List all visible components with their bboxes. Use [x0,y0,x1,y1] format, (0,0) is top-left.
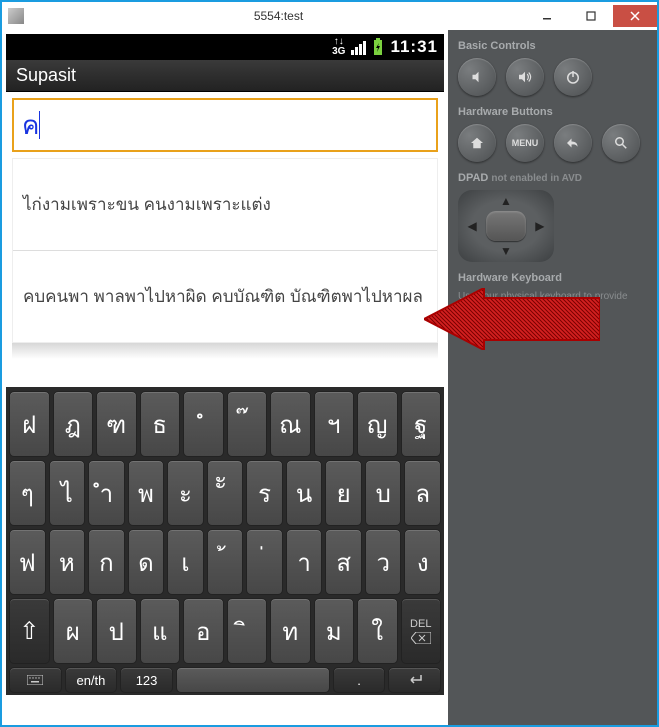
kb-row-2: ๆ ไ ำ พ ะ ัั ร น ย บ ล [9,460,441,526]
window-maximize-button[interactable] [569,5,613,27]
key[interactable]: ะ [167,460,204,526]
key[interactable]: ฟ [9,529,46,595]
shift-key[interactable]: ⇧ [9,598,50,664]
enter-key[interactable] [388,667,441,693]
window-app-icon [8,8,24,24]
list-item[interactable]: คบคนพา พาลพาไปหาผิด คบบัณฑิต บัณฑิตพาไปห… [13,251,437,342]
key[interactable]: ร [246,460,283,526]
key[interactable]: ๆ [9,460,46,526]
key[interactable]: น [286,460,323,526]
emulator-side-panel: Basic Controls Hardware Buttons MENU DPA… [448,30,657,725]
kb-row-1: ฝ ฎ ฑ ธ ํ ๊ ณ ฯ ญ ฐ [9,391,441,457]
key[interactable]: พ [128,460,165,526]
key[interactable]: ล [404,460,441,526]
key[interactable]: แ [140,598,181,664]
key[interactable]: ำ [88,460,125,526]
key[interactable]: ฯ [314,391,355,457]
key[interactable]: ไ [49,460,86,526]
power-button[interactable] [554,58,592,96]
key[interactable]: ท [270,598,311,664]
status-clock: 11:31 [390,37,438,57]
key[interactable]: ง [404,529,441,595]
space-key[interactable] [176,667,330,693]
key[interactable]: ด [128,529,165,595]
gap [6,359,444,387]
hardware-buttons-label: Hardware Buttons [458,106,647,118]
key[interactable]: ฝ [9,391,50,457]
window-titlebar: 5554:test [2,2,657,30]
list-item[interactable]: ไก่งามเพราะขน คนงามเพราะแต่ง [13,159,437,251]
key[interactable]: บ [365,460,402,526]
key[interactable]: ๊ [227,391,268,457]
key[interactable]: ผ [53,598,94,664]
key[interactable]: ณ [270,391,311,457]
dpad-control: ▲ ◀ ▶ ▼ [458,190,554,262]
app-title: Supasit [6,60,444,92]
key[interactable]: ว [365,529,402,595]
key[interactable]: ส [325,529,362,595]
key[interactable]: อ [183,598,224,664]
key[interactable]: เ [167,529,204,595]
key[interactable]: ธ [140,391,181,457]
menu-button[interactable]: MENU [506,124,544,162]
key[interactable]: ้ [207,529,244,595]
key[interactable]: ่ [246,529,283,595]
dpad-left[interactable]: ◀ [458,211,486,241]
network-3g-icon: ↑↓3G [332,37,345,57]
key[interactable]: า [286,529,323,595]
search-input-value: ค [22,105,39,146]
kb-row-4: ⇧ ผ ป แ อ ิ ท ม ใ DEL [9,598,441,664]
search-input[interactable]: ค [12,98,438,152]
key[interactable]: ห [49,529,86,595]
window-close-button[interactable] [613,5,657,27]
search-button[interactable] [602,124,640,162]
window-title: 5554:test [32,9,525,23]
dpad-label: DPAD not enabled in AVD [458,172,647,184]
dpad-right[interactable]: ▶ [526,211,554,241]
hardware-keyboard-label: Hardware Keyboard [458,272,647,284]
volume-down-button[interactable] [458,58,496,96]
back-button[interactable] [554,124,592,162]
dpad-down[interactable]: ▼ [486,241,526,262]
signal-bars-icon [351,39,366,55]
period-key[interactable]: . [333,667,386,693]
key[interactable]: ม [314,598,355,664]
key[interactable]: ิ [227,598,268,664]
volume-up-button[interactable] [506,58,544,96]
battery-charging-icon [372,38,384,56]
delete-key[interactable]: DEL [401,598,442,664]
dpad-up[interactable]: ▲ [486,190,526,211]
hardware-keyboard-note: Use your physical keyboard to provide in… [458,290,647,316]
results-list: ไก่งามเพราะขน คนงามเพราะแต่ง คบคนพา พาลพ… [12,158,438,343]
soft-keyboard: ฝ ฎ ฑ ธ ํ ๊ ณ ฯ ญ ฐ ๆ ไ ำ [6,387,444,695]
home-button[interactable] [458,124,496,162]
key[interactable]: ํ [183,391,224,457]
key[interactable]: ฑ [96,391,137,457]
key[interactable]: ก [88,529,125,595]
key[interactable]: ฐ [401,391,442,457]
key[interactable]: ป [96,598,137,664]
list-shadow [12,343,438,359]
kb-row-3: ฟ ห ก ด เ ้ ่ า ส ว ง [9,529,441,595]
key[interactable]: ย [325,460,362,526]
numbers-key[interactable]: 123 [120,667,173,693]
key[interactable]: ใ [357,598,398,664]
keyboard-settings-key[interactable] [9,667,62,693]
emulator-screen: ↑↓3G 11:31 Supasit ค [2,30,448,725]
dpad-center[interactable] [486,211,526,241]
language-key[interactable]: en/th [65,667,118,693]
key[interactable]: ฎ [53,391,94,457]
kb-row-bottom: en/th 123 . [9,667,441,693]
key[interactable]: ญ [357,391,398,457]
key[interactable]: ัั [207,460,244,526]
basic-controls-label: Basic Controls [458,40,647,52]
android-status-bar: ↑↓3G 11:31 [6,34,444,60]
window-minimize-button[interactable] [525,5,569,27]
